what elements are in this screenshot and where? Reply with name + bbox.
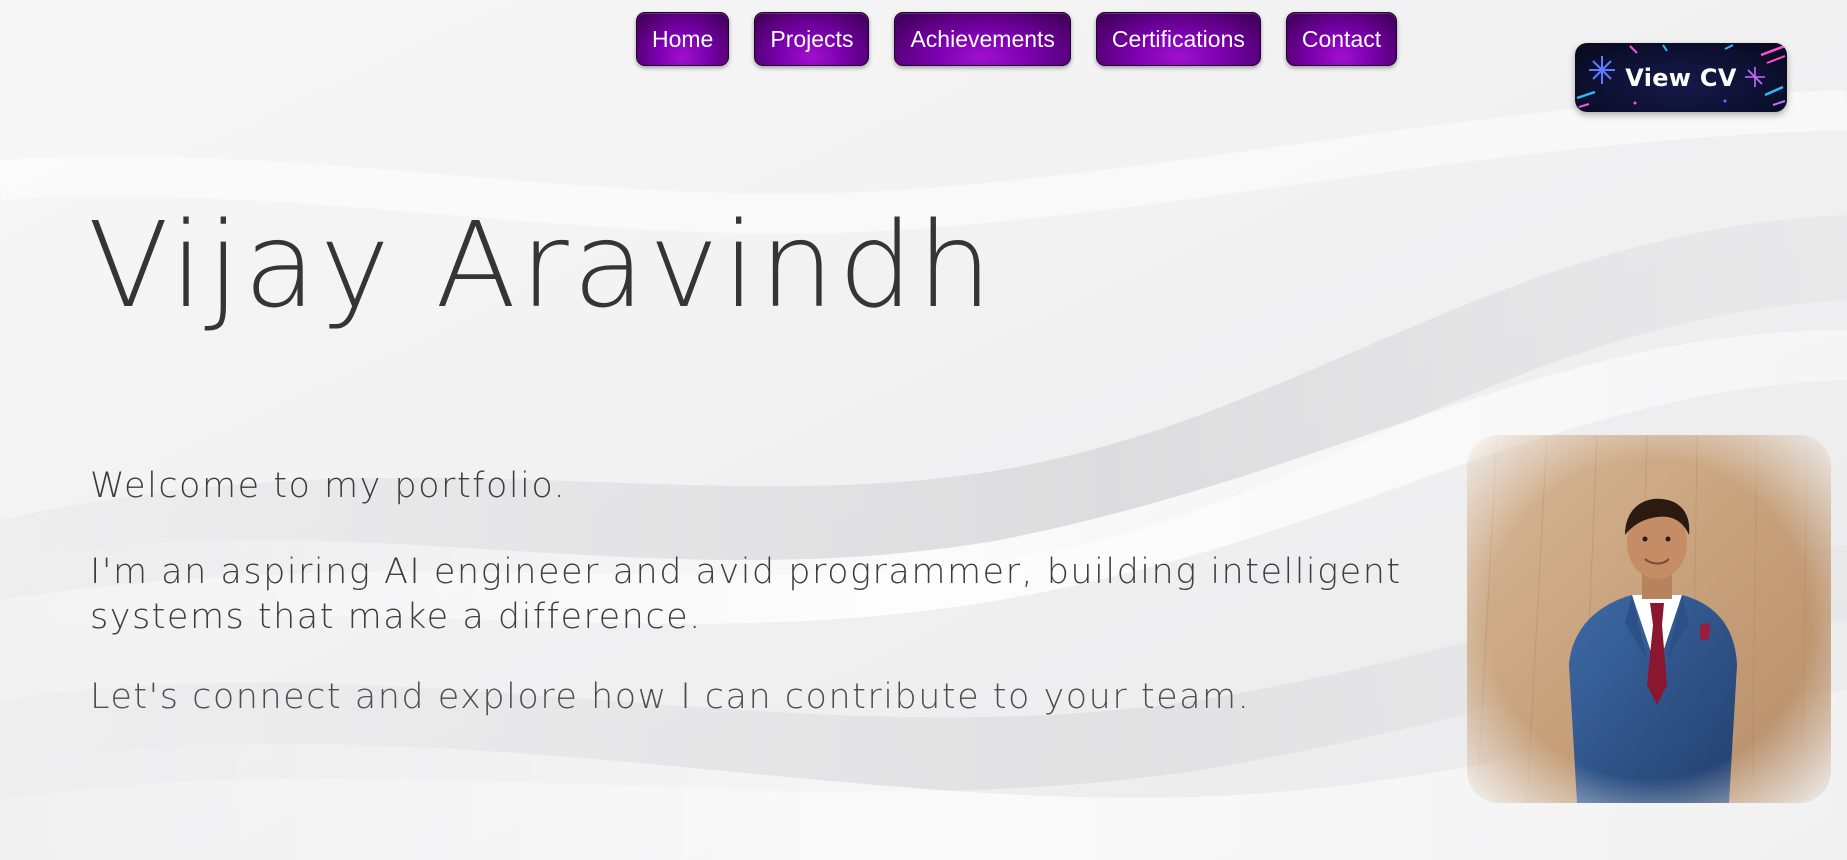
about-text: I'm an aspiring AI engineer and avid pro… (90, 552, 1402, 637)
view-cv-button[interactable]: View CV (1575, 43, 1787, 112)
view-cv-label: View CV (1625, 63, 1737, 92)
profile-photo (1467, 435, 1831, 803)
nav-projects-button[interactable]: Projects (754, 12, 870, 66)
connect-text: Let's connect and explore how I can cont… (90, 677, 1251, 717)
page-title: Vijay Aravindh (88, 196, 996, 334)
main-nav: Home Projects Achievements Certification… (636, 12, 1398, 66)
nav-contact-button[interactable]: Contact (1285, 12, 1398, 66)
nav-achievements-button[interactable]: Achievements (894, 12, 1071, 66)
nav-certifications-button[interactable]: Certifications (1095, 12, 1261, 66)
welcome-text: Welcome to my portfolio. (90, 466, 567, 506)
nav-home-button[interactable]: Home (636, 12, 730, 66)
